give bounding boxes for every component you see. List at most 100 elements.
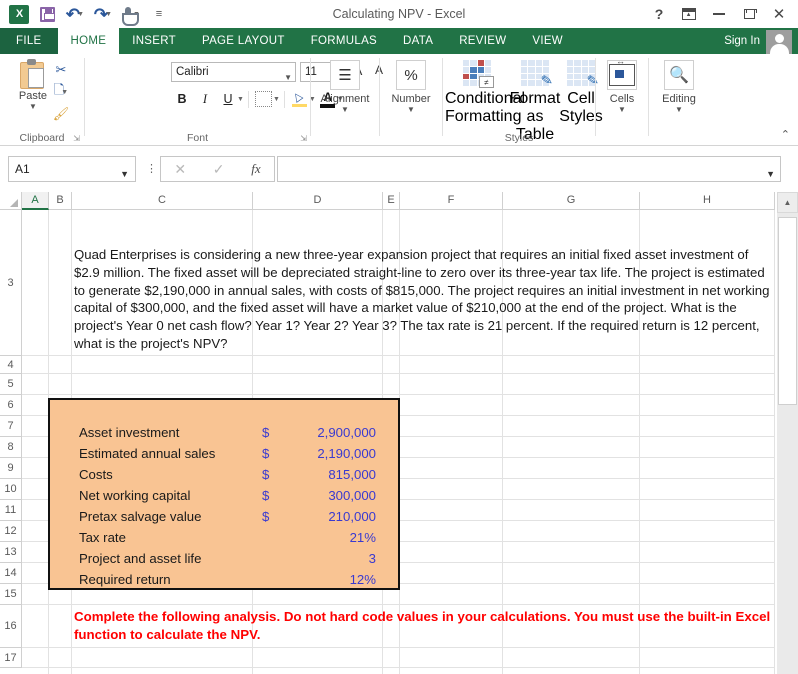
chevron-down-icon[interactable]: ▼ (649, 105, 709, 114)
row-header-7[interactable]: 7 (0, 416, 22, 437)
alignment-button[interactable]: ☰ Alignment ▼ (311, 60, 379, 114)
row-header-11[interactable]: 11 (0, 500, 22, 521)
ribbon-group-cells: Cells ▼ (596, 54, 648, 146)
row-header-14[interactable]: 14 (0, 563, 22, 584)
input-value[interactable]: 2,900,000 (317, 422, 376, 443)
customize-qat-icon[interactable]: ≡ (146, 3, 172, 25)
close-button[interactable]: ✕ (764, 1, 794, 27)
column-header-b[interactable]: B (49, 192, 72, 210)
grid-area[interactable]: Quad Enterprises is considering a new th… (22, 210, 775, 674)
row-header-5[interactable]: 5 (0, 374, 22, 395)
tab-home[interactable]: HOME (57, 28, 120, 54)
tab-data[interactable]: DATA (390, 28, 447, 54)
sign-in-link[interactable]: Sign In (724, 28, 760, 54)
input-label: Estimated annual sales (79, 446, 216, 461)
input-value[interactable]: 12% (350, 569, 376, 590)
column-header-c[interactable]: C (72, 192, 253, 210)
chevron-down-icon[interactable]: ▼ (284, 69, 292, 87)
input-value[interactable]: 2,190,000 (317, 443, 376, 464)
cancel-formula-icon[interactable]: ✕ (174, 161, 186, 178)
insert-function-icon[interactable]: fx (251, 161, 260, 177)
italic-button[interactable]: I (194, 88, 216, 110)
borders-chevron-icon[interactable]: ▼ (273, 96, 280, 103)
name-box-value: A1 (15, 162, 30, 176)
chevron-down-icon[interactable]: ▼ (596, 105, 648, 114)
scrollbar-thumb[interactable] (778, 217, 797, 405)
column-header-f[interactable]: F (400, 192, 503, 210)
chevron-down-icon[interactable]: ▼ (120, 162, 129, 186)
touch-mode-icon[interactable]: ▼ (118, 3, 144, 26)
collapse-ribbon-icon[interactable]: ⌃ (781, 128, 790, 141)
font-dialog-launcher[interactable]: ⇲ (300, 134, 307, 143)
undo-icon[interactable]: ↶ ▼ (62, 3, 88, 25)
tab-page-layout[interactable]: PAGE LAYOUT (188, 28, 298, 54)
save-icon[interactable] (34, 3, 60, 25)
input-value[interactable]: 815,000 (328, 464, 376, 485)
cut-icon[interactable]: ✂ (50, 60, 72, 80)
row-header-15[interactable]: 15 (0, 584, 22, 605)
chevron-down-icon[interactable]: ▼ (380, 105, 442, 114)
input-value[interactable]: 210,000 (328, 506, 376, 527)
tab-insert[interactable]: INSERT (119, 28, 189, 54)
redo-icon[interactable]: ↷ ▼ (90, 3, 116, 25)
help-button[interactable]: ? (644, 1, 674, 27)
minimize-button[interactable] (704, 1, 734, 27)
clipboard-dialog-launcher[interactable]: ⇲ (73, 134, 80, 143)
problem-statement-text: Quad Enterprises is considering a new th… (74, 247, 770, 351)
format-painter-icon[interactable]: 🖌 (50, 104, 72, 124)
formula-input[interactable]: ▼ (277, 156, 781, 182)
tab-file[interactable]: FILE (0, 28, 58, 54)
column-header-h[interactable]: H (640, 192, 775, 210)
tab-formulas[interactable]: FORMULAS (297, 28, 391, 54)
row-header-9[interactable]: 9 (0, 458, 22, 479)
restore-button[interactable] (734, 1, 764, 27)
underline-button[interactable]: U (217, 88, 239, 110)
borders-icon[interactable] (253, 88, 275, 110)
input-label: Tax rate (79, 530, 126, 545)
row-header-3[interactable]: 3 (0, 210, 22, 356)
input-value[interactable]: 21% (350, 527, 376, 548)
avatar[interactable] (766, 30, 792, 55)
underline-chevron-icon[interactable]: ▼ (237, 96, 244, 103)
vertical-scrollbar[interactable]: ▲ (775, 192, 798, 674)
row-header-4[interactable]: 4 (0, 356, 22, 374)
binoculars-icon: 🔍 (664, 60, 694, 90)
expand-formula-bar-icon[interactable]: ▼ (766, 162, 775, 186)
column-headers: A B C D E F G H (0, 192, 775, 210)
tab-view[interactable]: VIEW (519, 28, 576, 54)
currency-symbol: $ (262, 488, 270, 503)
row-header-12[interactable]: 12 (0, 521, 22, 542)
input-label: Costs (79, 467, 113, 482)
column-header-d[interactable]: D (253, 192, 383, 210)
currency-symbol: $ (262, 509, 270, 524)
scroll-up-button[interactable]: ▲ (777, 192, 798, 213)
ribbon-group-clipboard: Paste ▼ ✂ 🗋 ▼ 🖌 Clipboard ⇲ (0, 54, 84, 146)
column-header-g[interactable]: G (503, 192, 640, 210)
ribbon-display-options-icon[interactable] (674, 1, 704, 27)
tab-review[interactable]: REVIEW (446, 28, 520, 54)
column-header-e[interactable]: E (383, 192, 400, 210)
number-label: Number (391, 93, 431, 105)
input-value[interactable]: 3 (369, 548, 376, 569)
input-value[interactable]: 300,000 (328, 485, 376, 506)
row-header-17[interactable]: 17 (0, 648, 22, 668)
bold-button[interactable]: B (171, 88, 193, 110)
column-header-a[interactable]: A (22, 192, 49, 210)
cells-button[interactable]: Cells ▼ (596, 56, 648, 114)
fill-color-icon[interactable] (289, 88, 311, 110)
font-name-input[interactable]: Calibri ▼ (171, 62, 296, 82)
copy-icon[interactable]: 🗋 ▼ (50, 82, 72, 102)
conditional-formatting-button[interactable]: ≠ Conditional Formatting (445, 60, 526, 126)
editing-button[interactable]: 🔍 Editing ▼ (649, 60, 709, 114)
row-header-8[interactable]: 8 (0, 437, 22, 458)
row-header-13[interactable]: 13 (0, 542, 22, 563)
chevron-down-icon[interactable]: ▼ (311, 105, 379, 114)
conditional-formatting-label: Conditional Formatting (445, 90, 526, 125)
select-all-corner[interactable] (0, 192, 22, 210)
row-header-6[interactable]: 6 (0, 395, 22, 416)
name-box[interactable]: A1 ▼ (8, 156, 136, 182)
row-header-16[interactable]: 16 (0, 605, 22, 648)
number-button[interactable]: % Number ▼ (380, 60, 442, 114)
enter-formula-icon[interactable]: ✓ (213, 161, 225, 178)
row-header-10[interactable]: 10 (0, 479, 22, 500)
